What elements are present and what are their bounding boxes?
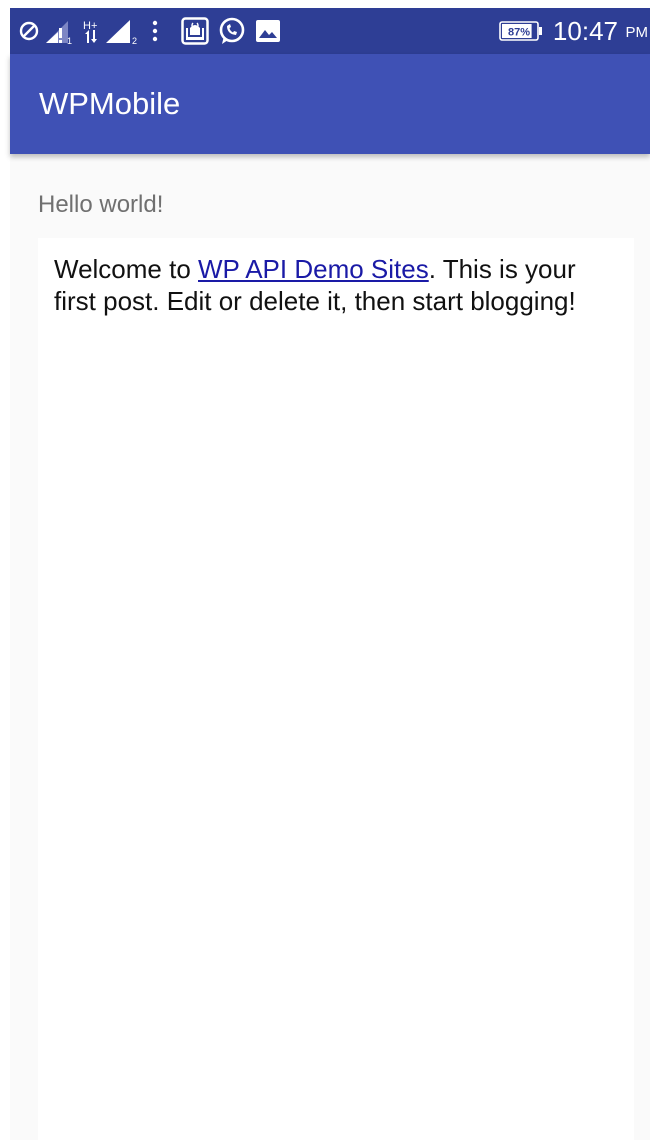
signal-sim1-icon: 1 <box>46 21 72 45</box>
svg-text:1: 1 <box>67 36 72 45</box>
post-webview[interactable]: Welcome to WP API Demo Sites. This is yo… <box>38 238 634 1140</box>
data-hplus-icon: H+ <box>83 20 97 43</box>
battery-percent: 87% <box>508 27 530 39</box>
status-bar: 1 H+ 2 87% 10:47 PM <box>10 8 650 54</box>
post-body: Welcome to WP API Demo Sites. This is yo… <box>54 253 614 317</box>
svg-text:2: 2 <box>132 36 137 45</box>
clock-ampm: PM <box>625 24 649 41</box>
clock-time: 10:47 <box>552 16 618 46</box>
battery-icon: 87% <box>499 21 542 41</box>
app-title: WPMobile <box>39 86 181 121</box>
svg-text:H+: H+ <box>83 20 97 32</box>
post-body-prefix: Welcome to <box>54 254 199 284</box>
prayer-app-icon <box>181 17 209 45</box>
app-screen: 1 H+ 2 87% 10:47 PM WPMobile Hello world… <box>0 0 650 1140</box>
wp-api-demo-sites-link[interactable]: WP API Demo Sites <box>198 254 429 284</box>
app-bar: WPMobile <box>10 54 650 154</box>
image-icon <box>256 20 280 42</box>
whatsapp-icon <box>219 17 245 44</box>
do-not-disturb-icon <box>19 21 39 41</box>
signal-sim2-icon: 2 <box>106 20 137 45</box>
post-title: Hello world! <box>38 191 164 218</box>
more-vert-icon <box>152 20 158 42</box>
post-content-area[interactable]: Hello world! Welcome to WP API Demo Site… <box>10 154 650 1140</box>
